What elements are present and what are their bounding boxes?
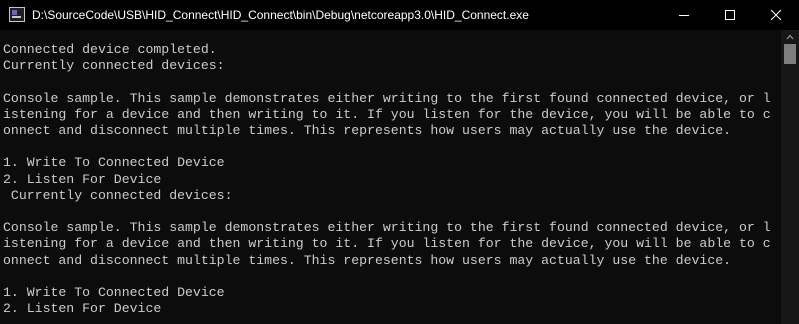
vertical-scrollbar[interactable] bbox=[781, 30, 799, 324]
console-line: Currently connected devices: bbox=[3, 187, 233, 203]
chevron-up-icon bbox=[786, 34, 794, 40]
scroll-up-button[interactable] bbox=[781, 30, 799, 44]
console-line: 1. Write To Connected Device bbox=[3, 285, 225, 301]
console-output[interactable]: Connected device completed. Currently co… bbox=[0, 30, 781, 324]
console-line: 2. Listen For Device bbox=[3, 171, 162, 187]
console-app-icon[interactable] bbox=[9, 7, 25, 22]
console-line: 2. Listen For Device bbox=[3, 301, 162, 317]
console-line: Console sample. This sample demonstrates… bbox=[3, 90, 771, 106]
console-line: istening for a device and then writing t… bbox=[3, 236, 771, 252]
console-line: Console sample. This sample demonstrates… bbox=[3, 220, 771, 236]
maximize-button[interactable] bbox=[707, 0, 753, 30]
console-text: Connected device completed. Currently co… bbox=[0, 30, 781, 317]
minimize-icon bbox=[679, 15, 689, 16]
console-line: istening for a device and then writing t… bbox=[3, 106, 771, 122]
console-window: D:\SourceCode\USB\HID_Connect\HID_Connec… bbox=[0, 0, 799, 324]
title-bar[interactable]: D:\SourceCode\USB\HID_Connect\HID_Connec… bbox=[0, 0, 799, 30]
close-button[interactable] bbox=[753, 0, 799, 30]
close-icon bbox=[770, 9, 782, 21]
console-line: 1. Write To Connected Device bbox=[3, 155, 225, 171]
prompt-glyph bbox=[12, 10, 17, 15]
scroll-thumb[interactable] bbox=[784, 44, 796, 64]
console-line: Currently connected devices: bbox=[3, 58, 225, 74]
maximize-icon bbox=[725, 10, 735, 20]
cursor-glyph bbox=[12, 16, 21, 18]
console-line: onnect and disconnect multiple times. Th… bbox=[3, 252, 732, 268]
console-line: onnect and disconnect multiple times. Th… bbox=[3, 123, 732, 139]
console-line: Connected device completed. bbox=[3, 42, 217, 57]
minimize-button[interactable] bbox=[661, 0, 707, 30]
window-title: D:\SourceCode\USB\HID_Connect\HID_Connec… bbox=[32, 8, 529, 22]
